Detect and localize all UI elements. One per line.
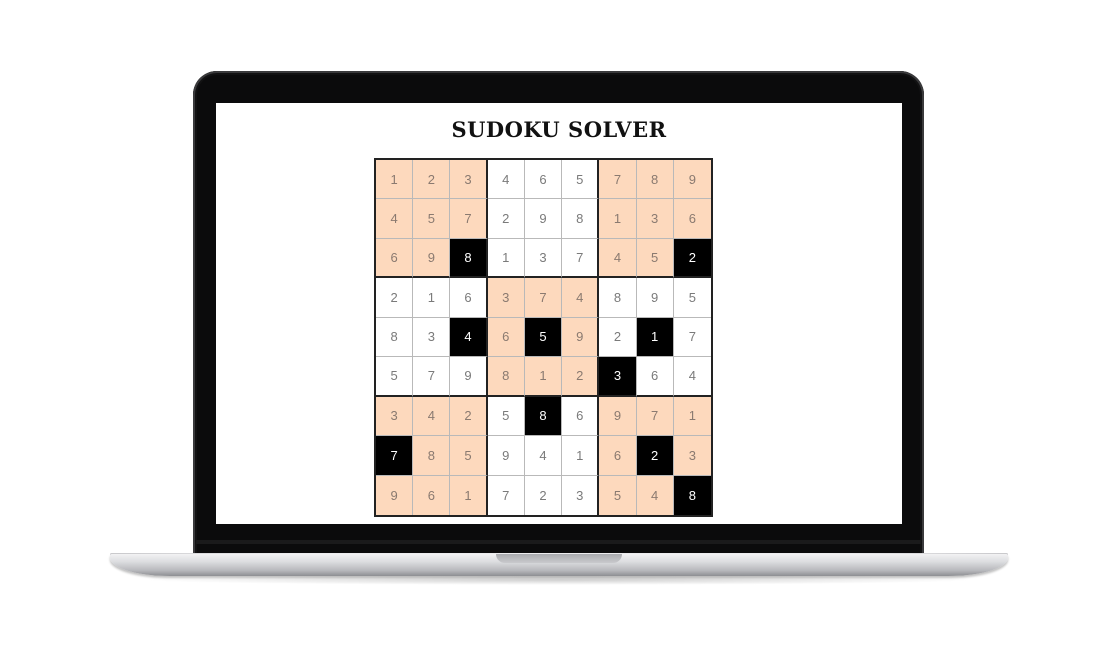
sudoku-cell[interactable]: 6 [450, 278, 488, 318]
page-title: SUDOKU SOLVER [451, 117, 667, 142]
sudoku-cell[interactable]: 9 [524, 199, 563, 239]
sudoku-cell[interactable]: 5 [487, 396, 525, 437]
sudoku-cell[interactable]: 9 [450, 357, 488, 397]
sudoku-cell[interactable]: 2 [562, 357, 600, 397]
sudoku-cell[interactable]: 7 [673, 318, 711, 358]
sudoku-cell[interactable]: 6 [524, 160, 563, 200]
sudoku-cell[interactable]: 2 [487, 199, 525, 239]
laptop-shadow [140, 575, 978, 585]
sudoku-cell-given[interactable]: 5 [524, 317, 563, 358]
sudoku-cell[interactable]: 9 [636, 278, 674, 318]
laptop-screen: SUDOKU SOLVER 12346578945729813669813745… [216, 103, 902, 524]
sudoku-cell[interactable]: 2 [450, 396, 488, 437]
sudoku-cell[interactable]: 3 [487, 278, 525, 318]
sudoku-cell[interactable]: 7 [636, 396, 674, 437]
sudoku-cell[interactable]: 7 [450, 199, 488, 239]
sudoku-cell[interactable]: 4 [487, 160, 525, 200]
sudoku-cell[interactable]: 1 [413, 278, 451, 318]
sudoku-cell-given[interactable]: 1 [636, 317, 674, 358]
sudoku-cell[interactable]: 7 [524, 278, 563, 318]
laptop-mockup: SUDOKU SOLVER 12346578945729813669813745… [0, 0, 1118, 650]
sudoku-cell[interactable]: 3 [636, 199, 674, 239]
sudoku-cell[interactable]: 3 [673, 436, 711, 476]
sudoku-cell[interactable]: 9 [376, 475, 414, 515]
sudoku-cell[interactable]: 9 [413, 238, 451, 279]
sudoku-cell[interactable]: 1 [562, 436, 600, 476]
sudoku-cell[interactable]: 9 [599, 396, 637, 437]
sudoku-cell[interactable]: 6 [636, 357, 674, 397]
sudoku-cell[interactable]: 1 [599, 199, 637, 239]
sudoku-cell[interactable]: 4 [636, 475, 674, 515]
sudoku-cell[interactable]: 8 [562, 199, 600, 239]
sudoku-cell[interactable]: 1 [673, 396, 711, 437]
sudoku-cell[interactable]: 8 [599, 278, 637, 318]
sudoku-cell[interactable]: 6 [376, 238, 414, 279]
sudoku-cell[interactable]: 2 [413, 160, 451, 200]
sudoku-cell[interactable]: 6 [673, 199, 711, 239]
sudoku-cell[interactable]: 6 [413, 475, 451, 515]
sudoku-cell[interactable]: 3 [524, 238, 563, 279]
sudoku-cell[interactable]: 7 [562, 238, 600, 279]
sudoku-cell[interactable]: 5 [599, 475, 637, 515]
sudoku-cell[interactable]: 3 [376, 396, 414, 437]
sudoku-cell[interactable]: 4 [376, 199, 414, 239]
sudoku-cell-given[interactable]: 8 [524, 396, 563, 437]
sudoku-cell[interactable]: 8 [636, 160, 674, 200]
sudoku-cell-given[interactable]: 8 [450, 238, 488, 279]
sudoku-cell-given[interactable]: 8 [673, 475, 711, 515]
sudoku-cell[interactable]: 5 [636, 238, 674, 279]
sudoku-cell[interactable]: 2 [525, 475, 563, 515]
sudoku-cell[interactable]: 1 [376, 160, 414, 200]
sudoku-cell[interactable]: 8 [413, 436, 451, 476]
sudoku-cell-given[interactable]: 3 [599, 357, 637, 397]
sudoku-cell-given[interactable]: 7 [376, 436, 414, 476]
laptop-opening-notch [496, 554, 622, 563]
sudoku-cell[interactable]: 9 [487, 436, 525, 476]
sudoku-cell[interactable]: 2 [376, 278, 414, 318]
sudoku-cell[interactable]: 6 [562, 396, 600, 437]
sudoku-cell[interactable]: 1 [524, 357, 563, 397]
sudoku-cell[interactable]: 5 [376, 357, 414, 397]
sudoku-cell[interactable]: 3 [413, 317, 451, 358]
sudoku-cell[interactable]: 1 [487, 238, 525, 279]
sudoku-cell[interactable]: 5 [673, 278, 711, 318]
sudoku-cell[interactable]: 7 [488, 475, 525, 515]
sudoku-cell[interactable]: 8 [487, 357, 525, 397]
sudoku-cell[interactable]: 1 [450, 475, 488, 515]
laptop-bezel-chin [196, 540, 921, 544]
sudoku-cell[interactable]: 5 [413, 199, 451, 239]
sudoku-cell[interactable]: 4 [599, 238, 637, 279]
sudoku-cell[interactable]: 7 [599, 160, 637, 200]
sudoku-cell[interactable]: 2 [599, 317, 637, 358]
sudoku-cell[interactable]: 5 [562, 160, 600, 200]
sudoku-cell[interactable]: 4 [524, 436, 563, 476]
sudoku-cell-given[interactable]: 2 [636, 436, 674, 476]
sudoku-cell-given[interactable]: 4 [450, 317, 488, 358]
sudoku-cell[interactable]: 3 [450, 160, 488, 200]
sudoku-cell[interactable]: 6 [599, 436, 637, 476]
sudoku-cell[interactable]: 7 [413, 357, 451, 397]
sudoku-cell[interactable]: 8 [376, 317, 414, 358]
sudoku-board: 1234657894572981366981374522163748958346… [374, 158, 713, 517]
sudoku-cell[interactable]: 5 [450, 436, 488, 476]
sudoku-cell[interactable]: 4 [673, 357, 711, 397]
sudoku-cell[interactable]: 3 [562, 475, 600, 515]
sudoku-cell[interactable]: 4 [562, 278, 600, 318]
sudoku-cell-given[interactable]: 2 [673, 238, 711, 279]
sudoku-cell[interactable]: 9 [673, 160, 711, 200]
sudoku-cell[interactable]: 4 [413, 396, 451, 437]
sudoku-cell[interactable]: 6 [487, 317, 525, 358]
sudoku-cell[interactable]: 9 [562, 317, 600, 358]
